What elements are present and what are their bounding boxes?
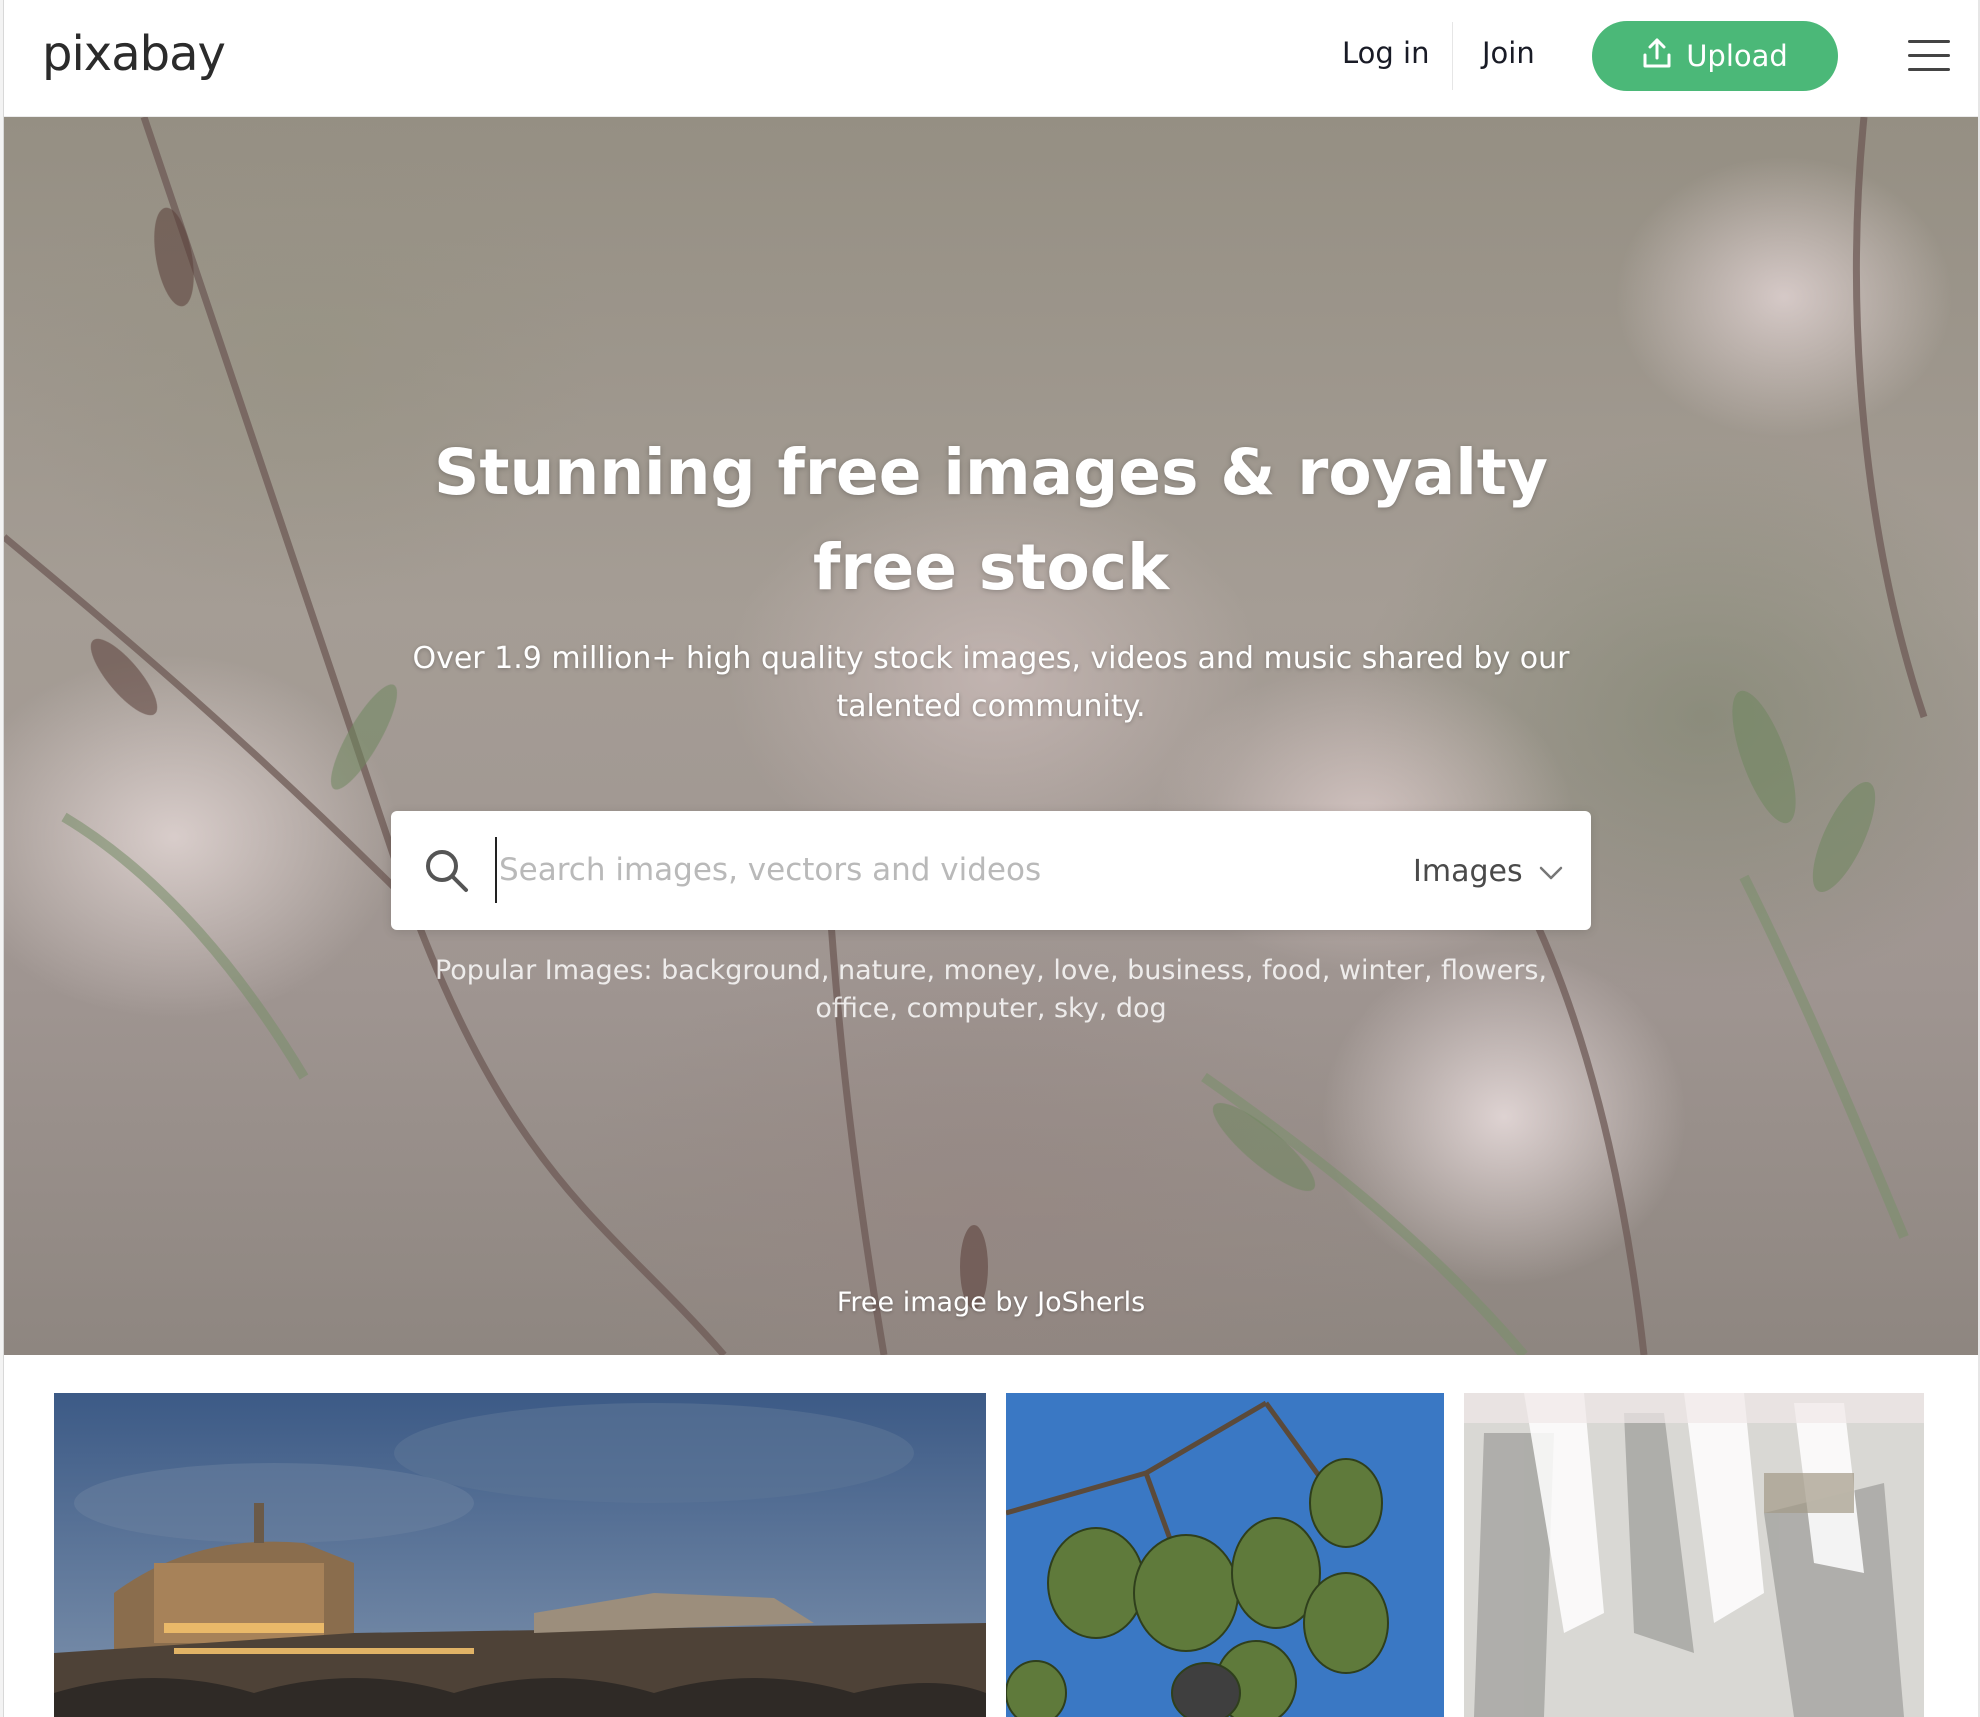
image-credit-link[interactable]: Free image by JoSherls (4, 1287, 1978, 1318)
popular-tag[interactable]: dog (1116, 993, 1167, 1024)
hero-subtitle: Over 1.9 million+ high quality stock ima… (412, 641, 1570, 724)
image-gallery (4, 1355, 1978, 1717)
hero-title: Stunning free images & royalty free stoc… (434, 436, 1548, 604)
upload-label: Upload (1686, 39, 1788, 73)
popular-searches: Popular Images: background, nature, mone… (434, 955, 1548, 1024)
join-link[interactable]: Join (1482, 36, 1535, 70)
popular-tag[interactable]: flowers (1441, 955, 1538, 986)
nav-divider (1452, 22, 1453, 90)
popular-tag[interactable]: office (815, 993, 889, 1024)
login-link[interactable]: Log in (1342, 36, 1429, 70)
gallery-image-abstract-paint[interactable] (1464, 1393, 1924, 1717)
gallery-image-fruits[interactable] (1006, 1393, 1444, 1717)
hero-section: Stunning free images & royalty free stoc… (4, 117, 1978, 1355)
gallery-image-castle[interactable] (54, 1393, 986, 1717)
popular-tag[interactable]: love (1053, 955, 1110, 986)
search-input[interactable] (495, 837, 1325, 903)
upload-button[interactable]: Upload (1592, 21, 1838, 91)
upload-icon (1642, 37, 1672, 76)
popular-tag[interactable]: business (1127, 955, 1245, 986)
pixabay-logo[interactable]: pixabay (42, 26, 226, 82)
search-icon[interactable] (423, 847, 469, 893)
popular-tag[interactable]: background (661, 955, 821, 986)
popular-tag[interactable]: food (1262, 955, 1322, 986)
popular-tag[interactable]: computer (907, 993, 1037, 1024)
popular-tag[interactable]: nature (838, 955, 926, 986)
chevron-down-icon (1539, 854, 1563, 889)
search-bar: Images (391, 811, 1591, 930)
site-header: pixabay Log in Join Upload (4, 0, 1978, 117)
popular-prefix: Popular Images: (434, 955, 653, 986)
hamburger-menu-icon[interactable] (1908, 40, 1950, 74)
popular-tag[interactable]: money (944, 955, 1037, 986)
media-type-label: Images (1413, 853, 1523, 889)
popular-tag[interactable]: sky (1054, 993, 1099, 1024)
hero-background-image (4, 117, 1928, 1355)
popular-tag[interactable]: winter (1339, 955, 1424, 986)
media-type-dropdown[interactable]: Images (1413, 849, 1563, 893)
